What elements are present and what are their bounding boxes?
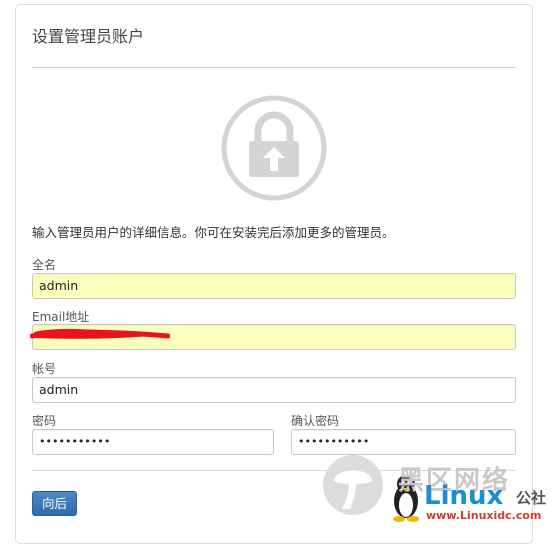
fullname-input[interactable]: admin — [32, 273, 516, 299]
password-label: 密码 — [32, 414, 57, 428]
redaction-mark — [30, 328, 170, 339]
watermark-brand: Linux — [424, 481, 504, 511]
fullname-label: 全名 — [32, 258, 57, 272]
lock-upload-icon — [221, 95, 327, 201]
mushroom-logo-icon — [323, 455, 383, 515]
watermark-brand-suffix: 公社 — [516, 489, 547, 507]
password-input[interactable]: ••••••••••• — [32, 429, 274, 455]
username-input[interactable]: admin — [32, 377, 516, 403]
intro-text: 输入管理员用户的详细信息。你可在安装完后添加更多的管理员。 — [32, 225, 395, 240]
confirm-password-input[interactable]: ••••••••••• — [291, 429, 516, 455]
watermark-url: www.Linuxidc.com — [426, 509, 542, 522]
page-title: 设置管理员账户 — [32, 27, 145, 46]
email-label: Email地址 — [32, 310, 90, 324]
title-divider — [32, 67, 516, 68]
next-button[interactable]: 向后 — [32, 491, 77, 516]
username-label: 帐号 — [32, 362, 57, 376]
confirm-password-label: 确认密码 — [291, 414, 340, 428]
